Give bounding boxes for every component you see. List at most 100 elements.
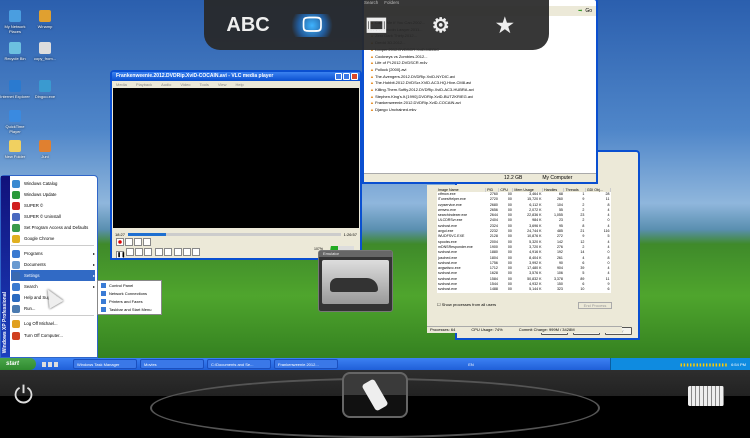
taskbar-button[interactable]: Frankenweenie.2012... bbox=[274, 359, 338, 369]
commit-charge: Commit Charge: 999M / 3428M bbox=[518, 327, 575, 332]
start-item-documents[interactable]: Documents ▸ bbox=[11, 259, 95, 270]
start-item-settings[interactable]: Settings ▸ bbox=[11, 270, 95, 281]
start-item-label: Programs bbox=[24, 251, 43, 256]
minimize-button[interactable] bbox=[335, 73, 342, 80]
desktop-icon[interactable]: copy_from... bbox=[30, 42, 60, 61]
taskbar-button[interactable]: Windows Task Manager bbox=[73, 359, 137, 369]
remote-star-icon[interactable]: ★ bbox=[480, 13, 530, 38]
vlc-title-bar[interactable]: Frankenweenie.2012.DVDRip.XviD-COCAIN.av… bbox=[112, 72, 360, 81]
start-item-google-chrome[interactable]: Google Chrome bbox=[11, 233, 95, 244]
start-item-label: Windows Update bbox=[24, 192, 57, 197]
language-indicator[interactable]: EN bbox=[468, 362, 474, 367]
file-item[interactable]: Life of Pi.2012.DVDSCR.m4v bbox=[370, 60, 590, 67]
settings-item-icon bbox=[101, 290, 106, 296]
desktop-icon[interactable]: New Folder bbox=[0, 140, 30, 159]
shuffle-button[interactable] bbox=[192, 248, 201, 256]
emulator-screen[interactable] bbox=[322, 260, 389, 304]
start-item-super[interactable]: SUPER © bbox=[11, 200, 95, 211]
settings-submenu-item[interactable]: Control Panel bbox=[98, 281, 161, 289]
remote-button[interactable] bbox=[342, 372, 408, 418]
search-button[interactable]: Search bbox=[364, 0, 378, 6]
next-button[interactable] bbox=[144, 248, 153, 256]
tray-icons[interactable]: ▮▮▮▮▮▮▮▮▮▮▮▮▮▮▮ bbox=[680, 362, 728, 367]
submenu-arrow-icon: ▸ bbox=[92, 284, 95, 289]
chrome-icon[interactable] bbox=[54, 361, 58, 367]
file-item[interactable]: Frankenweenie.2012.DVDRip.XviD-COCAIN.av… bbox=[370, 100, 590, 107]
start-item-set-program-access-and-defaults[interactable]: Set Program Access and Defaults bbox=[11, 222, 95, 233]
process-row[interactable]: svchost.exe 1488 00 5,144 K 323 10 6 bbox=[437, 287, 611, 292]
desktop-icon[interactable]: Internet Explorer bbox=[0, 80, 30, 99]
vlc-menu-view[interactable]: View bbox=[218, 82, 227, 87]
stop-button[interactable] bbox=[135, 248, 144, 256]
vlc-menu-tools[interactable]: Tools bbox=[200, 82, 209, 87]
start-item-turn-off-computer[interactable]: Turn Off Computer... bbox=[11, 330, 95, 341]
start-item-programs[interactable]: Programs ▸ bbox=[11, 248, 95, 259]
start-item-windows-update[interactable]: Windows Update bbox=[11, 189, 95, 200]
settings-submenu-item[interactable]: Taskbar and Start Menu bbox=[98, 305, 161, 313]
desktop-icon[interactable]: Winamp bbox=[30, 10, 60, 29]
start-item-icon bbox=[12, 293, 20, 302]
extended-settings-button[interactable] bbox=[163, 248, 172, 256]
close-button[interactable] bbox=[351, 73, 358, 80]
frame-button[interactable] bbox=[143, 238, 151, 246]
desktop-icon[interactable]: Recycle Bin bbox=[0, 42, 30, 61]
start-item-log-off-michael[interactable]: Log Off Michael... bbox=[11, 318, 95, 329]
show-all-users-checkbox[interactable]: ☐ Show processes from all users bbox=[437, 302, 496, 307]
media-icon[interactable] bbox=[48, 361, 52, 367]
clock: 6:54 PM bbox=[731, 361, 746, 367]
desktop-icon[interactable]: Juni bbox=[30, 140, 60, 159]
record-button[interactable] bbox=[116, 238, 124, 246]
go-icon[interactable]: ➡ bbox=[578, 8, 582, 14]
file-item[interactable]: Stephen.King's.It.[1990].DVDRip.XviD-BUT… bbox=[370, 94, 590, 101]
text-input-icon[interactable]: ABC bbox=[223, 14, 273, 37]
end-process-button[interactable]: End Process bbox=[578, 302, 612, 309]
file-item[interactable]: The.Avengers.2012.DVDRip.XviD-NYDIC.avi bbox=[370, 74, 590, 81]
desktop-icon-image bbox=[9, 42, 21, 54]
vlc-menu-video[interactable]: Video bbox=[180, 82, 190, 87]
start-item-icon bbox=[12, 331, 20, 340]
vlc-menu-audio[interactable]: Audio bbox=[161, 82, 171, 87]
taskbar-button[interactable]: Movies bbox=[140, 359, 204, 369]
vlc-menu-playback[interactable]: Playback bbox=[136, 82, 152, 87]
pause-button[interactable]: ❚❚ bbox=[116, 251, 125, 258]
taskbar-button[interactable]: C:\Documents and Se... bbox=[207, 359, 271, 369]
file-item[interactable]: Killing.Them.Softly.2012.DVDRip.XviD-AC3… bbox=[370, 87, 590, 94]
film-icon[interactable]: 🎞 bbox=[351, 13, 401, 38]
maximize-button[interactable] bbox=[343, 73, 350, 80]
settings-submenu-item[interactable]: Printers and Faxes bbox=[98, 297, 161, 305]
vlc-menu-help[interactable]: Help bbox=[236, 82, 244, 87]
monitor-icon[interactable]: 🖵 bbox=[287, 13, 338, 37]
show-desktop-icon[interactable] bbox=[42, 361, 46, 367]
desktop-icon[interactable]: Dingoo.exe bbox=[30, 80, 60, 99]
process-cell: 323 bbox=[556, 287, 563, 292]
vlc-menu-media[interactable]: Media bbox=[116, 82, 127, 87]
loop-button[interactable] bbox=[183, 248, 192, 256]
fullscreen-button[interactable] bbox=[154, 248, 163, 256]
start-button[interactable]: start bbox=[0, 358, 36, 370]
file-item[interactable]: The.Hobbit.2012.DVDScr.XViD.AC3.HQ.Hive-… bbox=[370, 80, 590, 87]
process-cell: svchost.exe bbox=[438, 287, 457, 292]
snapshot-button[interactable] bbox=[125, 238, 133, 246]
loop-ab-button[interactable] bbox=[134, 238, 142, 246]
file-item[interactable]: Django Unchained.mkv bbox=[370, 107, 590, 114]
previous-button[interactable] bbox=[126, 248, 135, 256]
folders-button[interactable]: Folders bbox=[384, 0, 399, 6]
desktop-icon[interactable]: QuickTime Player bbox=[0, 110, 30, 134]
keyboard-icon[interactable] bbox=[688, 386, 724, 406]
power-icon[interactable]: ⏻ bbox=[14, 384, 33, 408]
playlist-button[interactable] bbox=[174, 248, 183, 256]
start-item-super-uninstall[interactable]: SUPER © Uninstall bbox=[11, 211, 95, 222]
processes-count: Processes: 64 bbox=[430, 327, 456, 332]
file-item[interactable]: Pollock [2000].avi bbox=[370, 67, 590, 74]
settings-item-icon bbox=[101, 306, 106, 312]
process-cell: 6 bbox=[607, 287, 610, 292]
settings-submenu-item[interactable]: Network Connections bbox=[98, 289, 161, 297]
menu-divider bbox=[11, 315, 94, 316]
video-area[interactable] bbox=[113, 88, 359, 228]
go-button[interactable]: Go bbox=[585, 8, 592, 14]
seek-bar[interactable] bbox=[128, 233, 341, 236]
gears-icon[interactable]: ⚙ bbox=[416, 13, 466, 38]
desktop-icon[interactable]: My Network Places bbox=[0, 10, 30, 34]
start-item-windows-catalog[interactable]: Windows Catalog bbox=[11, 178, 95, 189]
file-item[interactable]: Cockneys vs Zombies.2012... bbox=[370, 54, 590, 61]
